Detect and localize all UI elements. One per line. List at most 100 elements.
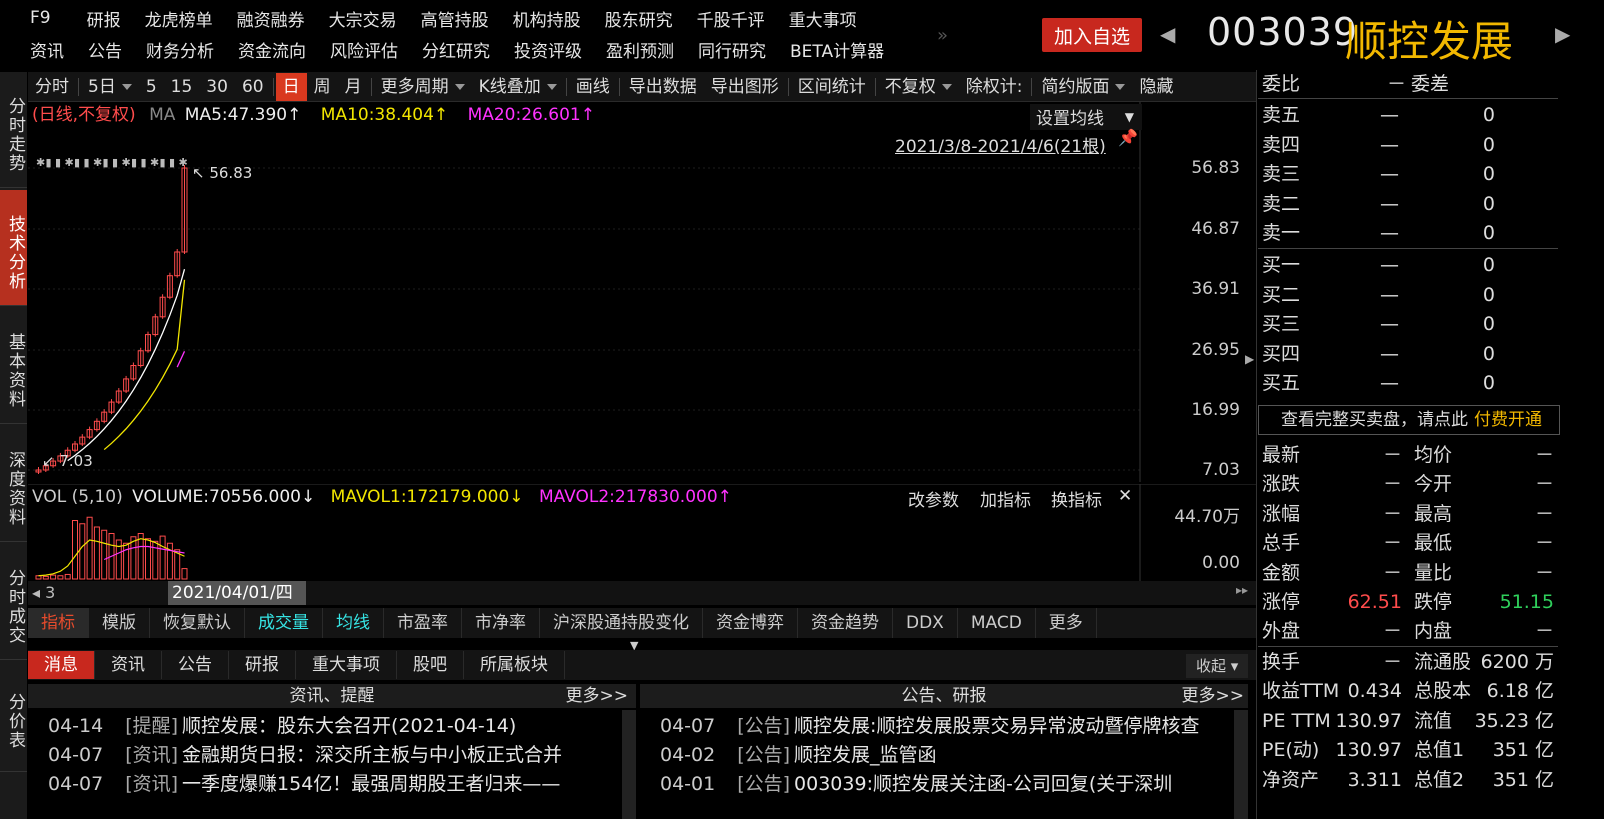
side-tab-5[interactable]: 分价表 (0, 662, 27, 772)
toolbar-item-6[interactable]: 日 (275, 72, 307, 101)
indicator-tab-4[interactable]: 均线 (323, 608, 384, 638)
ma-settings-dropdown[interactable]: 设置均线 ▼ (1030, 104, 1142, 130)
news-left-scrollbar[interactable] (622, 710, 636, 819)
toolbar-item-1[interactable]: 5日 (81, 73, 139, 101)
panel-toggle-icon[interactable]: ▶ (1245, 352, 1254, 366)
nav-item-1[interactable]: 研报 (75, 6, 133, 31)
toolbar-item-18[interactable]: 隐藏 (1132, 73, 1180, 101)
indicator-tab-7[interactable]: 沪深股通持股变化 (540, 608, 703, 638)
side-tab-2[interactable]: 基本资料 (0, 308, 27, 424)
nav-item-2[interactable]: 龙虎榜单 (133, 6, 225, 31)
news-tab-6[interactable]: 所属板块 (464, 651, 565, 679)
news-tab-1[interactable]: 资讯 (95, 651, 162, 679)
news-tab-0[interactable]: 消息 (28, 651, 95, 679)
toolbar-item-7[interactable]: 周 (307, 73, 338, 101)
nav-item-4[interactable]: 大宗交易 (317, 6, 409, 31)
paid-open-link[interactable]: 付费开通 (1474, 410, 1542, 430)
close-icon[interactable]: ✕ (1118, 486, 1132, 506)
next-stock-icon[interactable]: ▶ (1555, 22, 1570, 46)
news-tab-2[interactable]: 公告 (162, 651, 229, 679)
indicator-tab-2[interactable]: 恢复默认 (150, 608, 245, 638)
toolbar-item-16[interactable]: 除权计: (959, 73, 1030, 101)
toolbar-item-17[interactable]: 简约版面 (1034, 73, 1132, 101)
quote-label: 最高 (1414, 502, 1453, 525)
indicator-tab-6[interactable]: 市净率 (462, 608, 540, 638)
news-title[interactable]: 顺控发展：股东大会召开(2021-04-14) (182, 715, 516, 737)
news-row[interactable]: 04-02 [公告] 顺控发展_监管函 (660, 741, 1234, 769)
indicator-tab-10[interactable]: DDX (893, 608, 958, 638)
nav-more-icon[interactable]: » (937, 25, 948, 46)
nav-item-7[interactable]: 股东研究 (593, 6, 685, 31)
nav-item-5[interactable]: 高管持股 (409, 6, 501, 31)
collapse-button[interactable]: 收起 ▾ (1186, 654, 1248, 678)
nav-item-3[interactable]: 融资融券 (225, 6, 317, 31)
news-title[interactable]: 顺控发展:顺控发展股票交易异常波动暨停牌核查 (794, 715, 1199, 737)
toolbar-item-15[interactable]: 不复权 (878, 73, 959, 101)
nav2-item-7[interactable]: 盈利预测 (594, 37, 686, 62)
nav-item-6[interactable]: 机构持股 (501, 6, 593, 31)
toolbar-item-0[interactable]: 分时 (28, 73, 76, 101)
add-indicator-button[interactable]: 加指标 (980, 486, 1031, 511)
news-title[interactable]: 一季度爆赚154亿！最强周期股王者归来—— (182, 773, 560, 795)
nav2-item-5[interactable]: 分红研究 (410, 37, 502, 62)
toolbar-item-10[interactable]: K线叠加 (472, 73, 564, 101)
indicator-tab-9[interactable]: 资金趋势 (798, 608, 893, 638)
side-tab-3[interactable]: 深度资料 (0, 426, 27, 542)
indicator-tab-3[interactable]: 成交量 (245, 608, 323, 638)
toolbar-item-5[interactable]: 60 (235, 73, 271, 101)
news-right-scrollbar[interactable] (1234, 710, 1248, 819)
news-row[interactable]: 04-07 [资讯] 金融期货日报：深交所主板与中小板正式合并 (48, 741, 622, 769)
indicator-tab-11[interactable]: MACD (958, 608, 1036, 638)
indicator-tab-0[interactable]: 指标 (28, 608, 89, 638)
toolbar-item-8[interactable]: 月 (338, 73, 369, 101)
nav2-item-4[interactable]: 风险评估 (318, 37, 410, 62)
news-row[interactable]: 04-14 [提醒] 顺控发展：股东大会召开(2021-04-14) (48, 712, 622, 740)
toolbar-item-4[interactable]: 30 (199, 73, 235, 101)
side-tab-4[interactable]: 分时成交 (0, 544, 27, 660)
switch-indicator-button[interactable]: 换指标 (1051, 486, 1102, 511)
kline-chart[interactable]: ✱ ▮ ▮ ✱ ▮ ▮ ✱ ▮ ▮ ✱ ▮ ▮ ✱ ▮ ▮ ✱↖ 56.83↙ 7.03 (28, 102, 1262, 482)
indicator-tab-12[interactable]: 更多 (1036, 608, 1097, 638)
news-right-more-link[interactable]: 更多>> (1182, 684, 1245, 708)
nav2-item-8[interactable]: 同行研究 (686, 37, 778, 62)
scroll-right-icon[interactable]: ▸▸ (1236, 583, 1248, 597)
nav2-item-3[interactable]: 资金流向 (226, 37, 318, 62)
side-tab-0[interactable]: 分时走势 (0, 72, 27, 188)
nav-item-0[interactable]: F9 (0, 8, 75, 28)
news-row[interactable]: 04-01 [公告] 003039:顺控发展关注函-公司回复(关于深圳 (660, 770, 1234, 798)
news-row[interactable]: 04-07 [资讯] 一季度爆赚154亿！最强周期股王者归来—— (48, 770, 622, 798)
nav2-item-6[interactable]: 投资评级 (502, 37, 594, 62)
nav2-item-2[interactable]: 财务分析 (134, 37, 226, 62)
side-tab-1[interactable]: 技术分析 (0, 190, 27, 306)
nav2-item-9[interactable]: BETA计算器 (778, 37, 896, 62)
toolbar-item-3[interactable]: 15 (164, 73, 200, 101)
news-row[interactable]: 04-07 [公告] 顺控发展:顺控发展股票交易异常波动暨停牌核查 (660, 712, 1234, 740)
news-title[interactable]: 003039:顺控发展关注函-公司回复(关于深圳 (794, 773, 1172, 795)
news-tab-5[interactable]: 股吧 (397, 651, 464, 679)
nav-item-8[interactable]: 千股千评 (685, 6, 777, 31)
prev-stock-icon[interactable]: ◀ (1160, 22, 1175, 46)
toolbar-item-11[interactable]: 画线 (569, 73, 617, 101)
date-range[interactable]: 2021/3/8-2021/4/6(21根) (895, 132, 1106, 157)
nav2-item-0[interactable]: 资讯 (0, 37, 76, 62)
toolbar-item-14[interactable]: 区间统计 (791, 73, 873, 101)
toolbar-item-12[interactable]: 导出数据 (622, 73, 704, 101)
nav2-item-1[interactable]: 公告 (76, 37, 134, 62)
indicator-tab-8[interactable]: 资金博弈 (703, 608, 798, 638)
news-tab-4[interactable]: 重大事项 (296, 651, 397, 679)
pin-icon[interactable]: 📌 (1118, 128, 1138, 147)
toolbar-item-13[interactable]: 导出图形 (704, 73, 786, 101)
toolbar-item-2[interactable]: 5 (139, 73, 164, 101)
scroll-left[interactable]: ◂ 3 (32, 583, 55, 602)
news-title[interactable]: 金融期货日报：深交所主板与中小板正式合并 (182, 744, 562, 766)
edit-params-button[interactable]: 改参数 (908, 486, 959, 511)
news-title[interactable]: 顺控发展_监管函 (794, 744, 937, 766)
indicator-tab-1[interactable]: 模版 (89, 608, 150, 638)
paid-notice[interactable]: 查看完整买卖盘，请点此 付费开通 (1258, 405, 1560, 435)
news-left-more-link[interactable]: 更多>> (566, 684, 629, 708)
toolbar-item-9[interactable]: 更多周期 (374, 73, 472, 101)
add-watchlist-button[interactable]: 加入自选 (1042, 18, 1142, 52)
news-tab-3[interactable]: 研报 (229, 651, 296, 679)
indicator-tab-5[interactable]: 市盈率 (384, 608, 462, 638)
nav-item-9[interactable]: 重大事项 (777, 6, 869, 31)
